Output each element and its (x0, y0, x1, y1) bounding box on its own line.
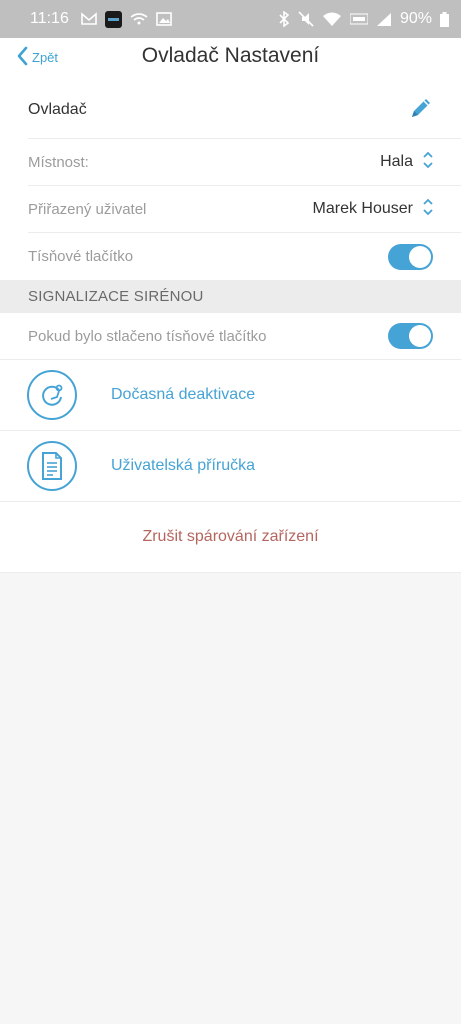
device-name-row: Ovladač (28, 82, 461, 139)
wifi-cast-icon (130, 13, 148, 25)
toggle-knob (409, 245, 431, 268)
battery-icon (440, 11, 449, 27)
app-icon (104, 10, 122, 28)
wifi-icon (322, 12, 342, 27)
mute-icon (298, 11, 314, 27)
deactivation-icon (27, 370, 77, 420)
battery-percent: 90% (399, 10, 432, 27)
room-value: Hala (380, 153, 413, 170)
assigned-user-row[interactable]: Přiřazený uživatel Marek Houser (28, 186, 461, 233)
siren-section-header: SIGNALIZACE SIRÉNOU (0, 280, 461, 313)
nav-bar: Zpět Ovladač Nastavení (0, 38, 461, 82)
volte-icon (349, 12, 368, 26)
sim-icon (81, 12, 97, 26)
settings-content: Ovladač Místnost: Hala Přiřazený uživate… (0, 82, 461, 573)
room-row[interactable]: Místnost: Hala (28, 139, 461, 186)
temporary-deactivation-button[interactable]: Dočasná deaktivace (0, 360, 461, 431)
assigned-user-label: Přiřazený uživatel (28, 200, 147, 218)
unpair-device-button[interactable]: Zrušit spárování zařízení (0, 502, 461, 573)
user-manual-label: Uživatelská příručka (111, 457, 256, 474)
panic-button-toggle[interactable] (388, 243, 433, 270)
user-manual-button[interactable]: Uživatelská příručka (0, 431, 461, 502)
signal-icon (376, 12, 392, 27)
panic-pressed-label: Pokud bylo stlačeno tísňové tlačítko (28, 327, 267, 345)
status-time: 11:16 (30, 10, 69, 27)
room-label: Místnost: (28, 153, 89, 171)
panic-button-label: Tísňové tlačítko (28, 248, 134, 265)
temporary-deactivation-label: Dočasná deaktivace (111, 386, 256, 403)
device-name: Ovladač (28, 101, 87, 118)
status-bar: 11:16 90% (0, 0, 461, 38)
panic-pressed-row: Pokud bylo stlačeno tísňové tlačítko (0, 313, 461, 360)
page-title: Ovladač Nastavení (141, 44, 320, 67)
image-icon (156, 12, 172, 26)
panic-button-row: Tísňové tlačítko (28, 233, 461, 280)
panic-pressed-toggle[interactable] (388, 323, 433, 349)
bluetooth-icon (278, 11, 290, 27)
chevron-updown-icon (423, 198, 433, 221)
document-icon (27, 441, 77, 491)
toggle-knob (409, 325, 431, 347)
assigned-user-value: Marek Houser (312, 200, 413, 217)
chevron-updown-icon (423, 151, 433, 174)
pencil-icon[interactable] (409, 96, 433, 125)
